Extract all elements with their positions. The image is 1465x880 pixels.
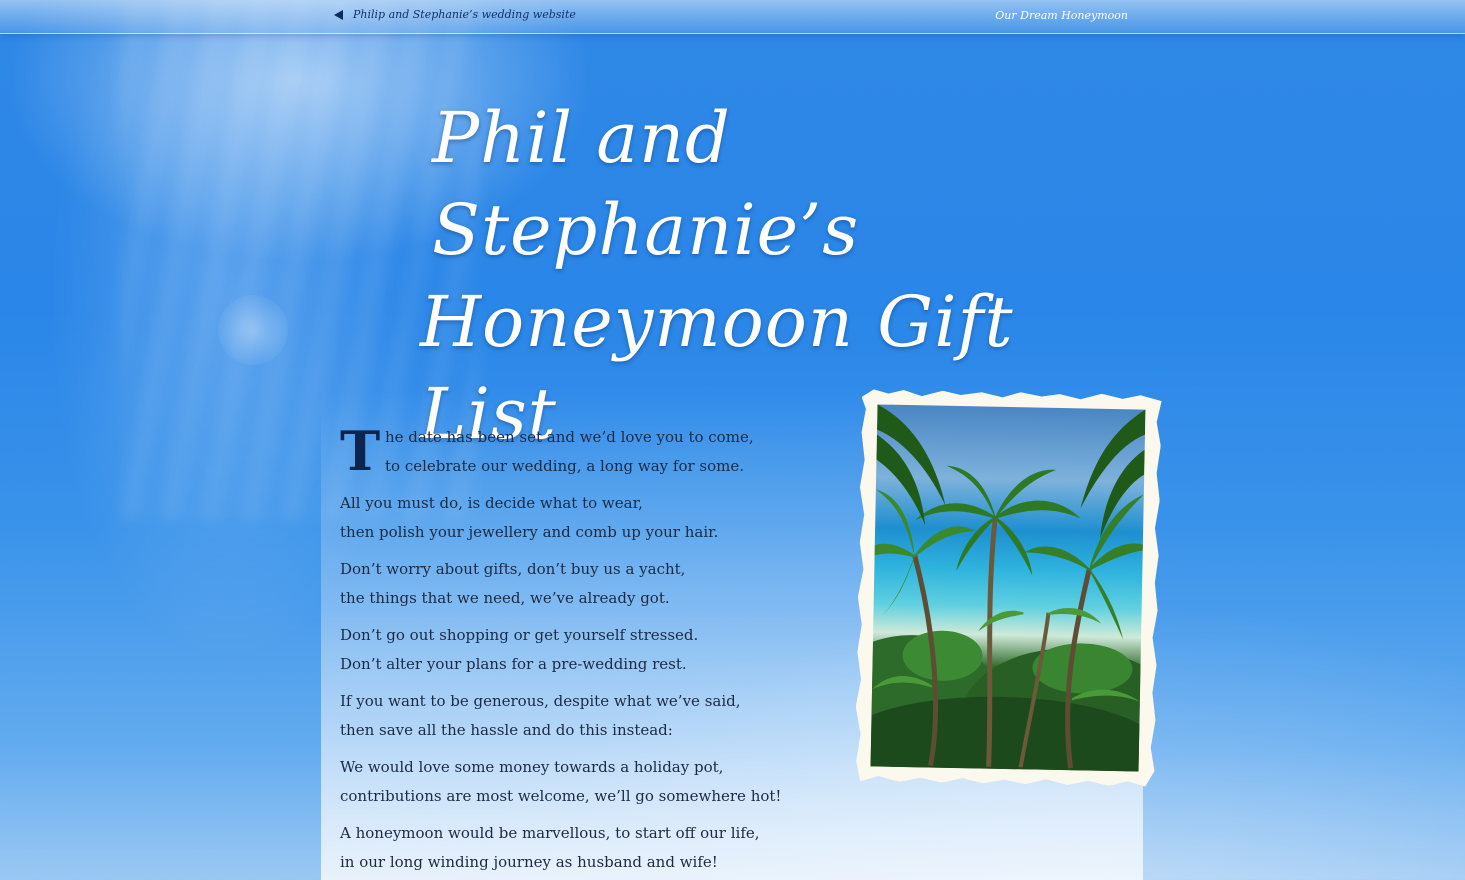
poem-line: then polish your jewellery and comb up y… (340, 523, 719, 541)
poem-line: in our long winding journey as husband a… (340, 853, 718, 871)
page-title-line-1: Phil and Stephanie’s (432, 97, 860, 271)
poem-line: he date has been set and we’d love you t… (385, 428, 754, 446)
poem: T he date has been set and we’d love you… (340, 408, 810, 880)
back-arrow-icon (334, 9, 343, 20)
poem-line: A honeymoon would be marvellous, to star… (340, 824, 760, 842)
nav-our-dream-honeymoon[interactable]: Our Dream Honeymoon (995, 9, 1128, 22)
lens-flare (218, 295, 288, 365)
poem-stanza: All you must do, is decide what to wear,… (340, 489, 810, 547)
poem-line: Don’t go out shopping or get yourself st… (340, 626, 699, 644)
poem-stanza: Don’t go out shopping or get yourself st… (340, 621, 810, 679)
back-link-label: Philip and Stephanie’s wedding website (353, 8, 576, 21)
poem-line: to celebrate our wedding, a long way for… (385, 457, 745, 475)
poem-line: the things that we need, we’ve already g… (340, 589, 670, 607)
photo-frame (854, 389, 1161, 787)
poem-line: All you must do, is decide what to wear, (340, 494, 643, 512)
poem-line: We would love some money towards a holid… (340, 758, 724, 776)
poem-line: Don’t worry about gifts, don’t buy us a … (340, 560, 686, 578)
drop-cap: T (340, 419, 381, 483)
poem-line: contributions are most welcome, we’ll go… (340, 787, 782, 805)
poem-stanza: If you want to be generous, despite what… (340, 687, 810, 745)
back-to-wedding-website-link[interactable]: Philip and Stephanie’s wedding website (334, 8, 576, 21)
poem-stanza: We would love some money towards a holid… (340, 753, 810, 811)
poem-line: If you want to be generous, despite what… (340, 692, 741, 710)
top-bar: Philip and Stephanie’s wedding website O… (0, 0, 1465, 34)
poem-line: Don’t alter your plans for a pre-wedding… (340, 655, 687, 673)
poem-stanza: Don’t worry about gifts, don’t buy us a … (340, 555, 810, 613)
poem-stanza: A honeymoon would be marvellous, to star… (340, 819, 810, 877)
poem-stanza: T he date has been set and we’d love you… (340, 423, 810, 481)
poem-line: then save all the hassle and do this ins… (340, 721, 673, 739)
palm-trees-illustration (871, 404, 1146, 771)
palm-beach-photo (871, 404, 1146, 771)
